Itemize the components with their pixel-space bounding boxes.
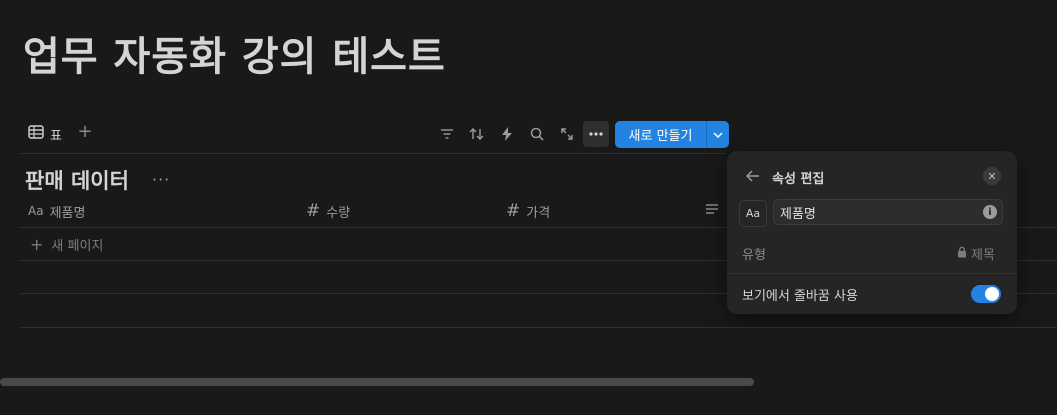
new-button[interactable]: 새로 만들기 [615,121,707,148]
lock-icon [957,246,967,262]
plus-icon: + [30,234,44,254]
new-page-label: 새 페이지 [51,238,104,254]
column-label: 수량 [326,205,351,221]
view-tab-label: 표 [50,128,62,144]
view-tab-table[interactable]: 표 [28,124,62,144]
property-edit-popover: 속성 편집 ✕ Aa i 유형 제목 보기에서 줄바꿈 사용 [727,151,1017,314]
close-icon[interactable]: ✕ [983,167,1001,185]
property-type-button[interactable]: Aa [739,200,767,227]
row-divider [20,327,1057,328]
column-label: 제품명 [49,205,86,221]
database-more-icon[interactable]: ··· [152,170,170,189]
type-value-text: 제목 [971,248,995,263]
new-page-button[interactable]: + 새 페이지 [30,234,103,254]
column-header-product[interactable]: Aa 제품명 [28,200,85,222]
add-view-button[interactable]: + [76,121,94,143]
new-button-group: 새로 만들기 [615,121,729,148]
info-icon[interactable]: i [983,205,997,219]
wrap-in-view-toggle[interactable] [971,285,1001,303]
sort-icon[interactable] [464,121,490,147]
number-type-icon: # [306,201,321,221]
table-icon [28,125,44,143]
number-type-icon: # [506,201,521,221]
wrap-in-view-label: 보기에서 줄바꿈 사용 [742,289,858,304]
horizontal-scrollbar[interactable] [0,378,754,386]
popover-title: 속성 편집 [772,172,825,187]
type-value: 제목 [957,244,995,263]
column-header-more[interactable] [705,200,719,222]
toggle-knob [985,287,999,301]
database-title[interactable]: 판매 데이터 [25,165,129,195]
column-header-price[interactable]: # 가격 [506,200,550,222]
type-label: 유형 [742,248,766,263]
column-label: 가격 [526,205,551,221]
property-name-input[interactable] [773,199,1003,225]
more-options-icon[interactable] [583,121,609,147]
column-header-quantity[interactable]: # 수량 [306,200,350,222]
toolbar-divider [20,153,725,154]
search-icon[interactable] [524,121,550,147]
popover-divider [727,273,1017,274]
lines-icon [705,203,719,219]
back-arrow-icon[interactable] [743,166,763,186]
text-type-icon: Aa [28,204,44,218]
filter-icon[interactable] [434,121,460,147]
expand-icon[interactable] [554,121,580,147]
page-title[interactable]: 업무 자동화 강의 테스트 [23,24,446,82]
chevron-down-icon[interactable] [707,121,729,148]
lightning-icon[interactable] [494,121,520,147]
